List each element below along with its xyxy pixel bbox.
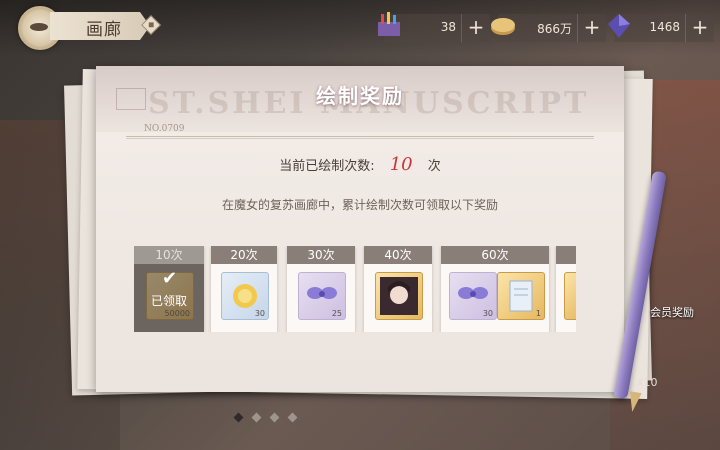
draw-count-row: 当前已绘制次数: 10 次 — [96, 154, 624, 175]
tier-label: 10次 — [134, 246, 204, 264]
paint-count: 38 — [440, 20, 456, 34]
page-dot-active[interactable] — [233, 412, 244, 423]
claimed-overlay: ✔ 已领取 — [134, 264, 204, 332]
reward-tier-60[interactable]: 60次 30 1 — [441, 246, 549, 332]
crystal-count: 1468 — [649, 20, 680, 34]
letter-card-icon[interactable]: 1 — [497, 272, 545, 320]
document-number: NO.0709 — [144, 124, 185, 134]
reward-tier-40[interactable]: 40次 — [364, 246, 432, 332]
top-bar: 画廊 ◆ 38 + 866万 + 1468 + — [0, 0, 720, 56]
reward-tier-next[interactable] — [556, 246, 576, 332]
resource-crystal: 1468 + — [608, 14, 714, 42]
page-dot[interactable] — [269, 412, 280, 423]
butterfly-bow-icon[interactable]: 25 — [298, 272, 346, 320]
page-title: 画廊 — [86, 20, 122, 40]
reward-description: 在魔女的复苏画廊中，累计绘制次数可领取以下奖励 — [221, 198, 498, 212]
tier-label: 60次 — [441, 246, 549, 264]
page-dot[interactable] — [251, 412, 262, 423]
page-indicator — [232, 406, 299, 425]
divider — [126, 138, 594, 139]
side-reward-label[interactable]: 会员奖励 — [650, 304, 694, 320]
reward-tier-30[interactable]: 30次 25 — [287, 246, 355, 332]
crystal-icon — [608, 14, 630, 38]
claimed-label: 已领取 — [150, 294, 187, 308]
reward-tier-strip[interactable]: 10次 50000 ✔ 已领取 20次 30 30次 — [134, 246, 576, 332]
character-portrait-icon[interactable] — [375, 272, 423, 320]
resource-paint: 38 + — [378, 12, 490, 42]
item-quantity: 30 — [482, 309, 493, 318]
add-paint-button[interactable]: + — [461, 14, 490, 42]
item-quantity: 30 — [254, 309, 265, 318]
popup-title: 绘制奖励 — [316, 84, 404, 108]
reward-item-icon — [564, 272, 576, 320]
reward-popup: ST.SHEI MANUSCRIPT 绘制奖励 NO.0709 当前已绘制次数:… — [96, 66, 624, 392]
tier-label: 30次 — [287, 246, 355, 264]
add-coin-button[interactable]: + — [577, 14, 606, 42]
page-dot[interactable] — [287, 412, 298, 423]
coin-count: 866万 — [537, 22, 572, 36]
tier-label: 40次 — [364, 246, 432, 264]
add-crystal-button[interactable]: + — [685, 14, 714, 42]
resource-coin: 866万 + — [491, 14, 606, 42]
item-quantity: 1 — [535, 309, 541, 318]
draw-count-value: 10 — [389, 154, 413, 175]
tier-label — [556, 246, 576, 264]
tier-label: 20次 — [211, 246, 277, 264]
draw-count-label: 当前已绘制次数: — [279, 159, 375, 174]
character-portrait-icon — [380, 277, 418, 315]
reward-tier-20[interactable]: 20次 30 — [211, 246, 277, 332]
divider — [126, 136, 594, 137]
draw-count-unit: 次 — [427, 159, 441, 174]
butterfly-bow-icon[interactable]: 30 — [449, 272, 497, 320]
coin-icon — [491, 18, 515, 35]
reward-tier-10[interactable]: 10次 50000 ✔ 已领取 — [134, 246, 204, 332]
sun-medal-icon[interactable]: 30 — [221, 272, 269, 320]
paint-set-icon — [378, 12, 400, 36]
checkmark-icon: ✔ — [162, 268, 178, 289]
item-quantity: 25 — [331, 309, 342, 318]
side-count: X10 — [636, 376, 658, 389]
